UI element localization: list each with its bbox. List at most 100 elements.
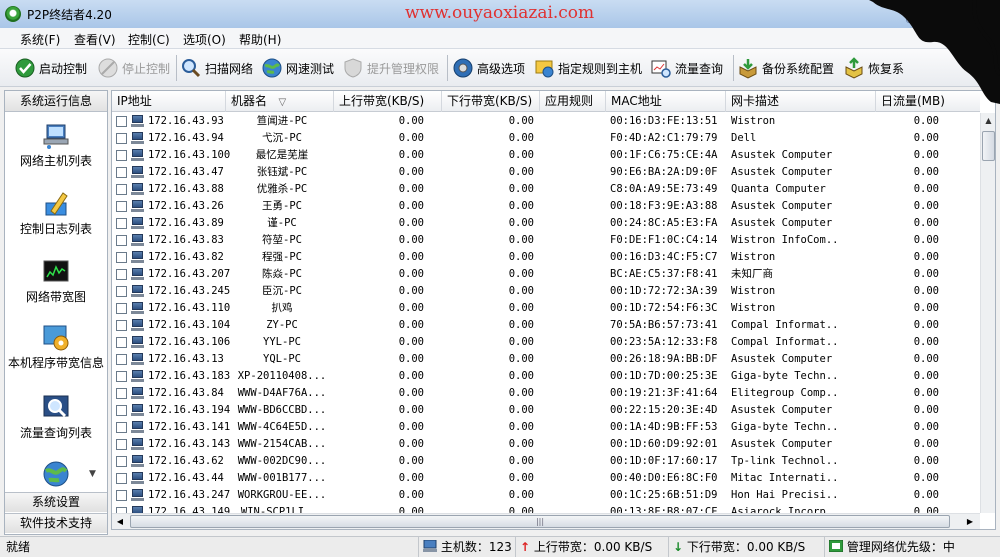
menu-system[interactable]: 系统(F) <box>20 31 60 48</box>
table-row[interactable]: 172.16.43.88 优雅杀-PC 0.00 0.00 C8:0A:A9:5E:73… <box>112 181 980 198</box>
tech-support-tab[interactable]: 软件技术支持 <box>5 513 107 533</box>
scan-network-button[interactable]: 扫描网络 <box>180 53 253 83</box>
table-row[interactable]: 172.16.43.44 WWW-001B177... 0.00 0.00 00:40:… <box>112 470 980 487</box>
row-checkbox[interactable] <box>116 473 127 484</box>
table-row[interactable]: 172.16.43.207 陈焱-PC 0.00 0.00 BC:AE:C5:37:F8… <box>112 266 980 283</box>
row-checkbox[interactable] <box>116 201 127 212</box>
traffic-query-button[interactable]: 流量查询 <box>650 53 723 83</box>
vertical-scrollbar[interactable]: ▲ <box>980 113 995 513</box>
row-checkbox[interactable] <box>116 490 127 501</box>
restore-config-button[interactable]: 恢复系 <box>843 53 904 83</box>
row-checkbox[interactable] <box>116 184 127 195</box>
row-checkbox[interactable] <box>116 354 127 365</box>
row-checkbox[interactable] <box>116 303 127 314</box>
sidebar-item-bandwidth-chart[interactable]: 网络带宽图 <box>5 257 107 305</box>
table-row[interactable]: 172.16.43.13 YQL-PC 0.00 0.00 00:26:18:9A:BB… <box>112 351 980 368</box>
scroll-right-icon[interactable]: ▶ <box>962 514 978 529</box>
table-row[interactable]: 172.16.43.26 王勇-PC 0.00 0.00 00:18:F3:9E:A3:… <box>112 198 980 215</box>
assign-rule-button[interactable]: 指定规则到主机 <box>533 53 642 83</box>
close-button[interactable]: ✕ <box>960 5 996 23</box>
computer-icon <box>131 387 144 399</box>
table-row[interactable]: 172.16.43.83 符堃-PC 0.00 0.00 F0:DE:F1:0C:C4:… <box>112 232 980 249</box>
cell-ip: 172.16.43.89 <box>148 217 224 229</box>
row-checkbox[interactable] <box>116 286 127 297</box>
sidebar-item-traffic-list[interactable]: 流量查询列表 <box>5 393 107 441</box>
table-row[interactable]: 172.16.43.94 弋沉-PC 0.00 0.00 F0:4D:A2:C1:79:… <box>112 130 980 147</box>
status-download: ↓ 下行带宽：0.00 KB/S <box>668 537 818 557</box>
table-row[interactable]: 172.16.43.89 谨-PC 0.00 0.00 00:24:8C:A5:E3:F… <box>112 215 980 232</box>
row-checkbox[interactable] <box>116 320 127 331</box>
column-header-rule[interactable]: 应用规则 <box>540 91 606 112</box>
column-header-nic[interactable]: 网卡描述 <box>726 91 876 112</box>
row-checkbox[interactable] <box>116 252 127 263</box>
column-header-ip[interactable]: IP地址 <box>112 91 226 112</box>
toolbar: 启动控制 停止控制 扫描网络 网速测试 提升管理权限 高级选项 指定规则到主机 <box>0 49 1000 87</box>
download-arrow-icon: ↓ <box>673 540 684 554</box>
maximize-button[interactable]: ▢ <box>933 5 959 23</box>
table-row[interactable]: 172.16.43.141 WWW-4C64E5D... 0.00 0.00 00:1A… <box>112 419 980 436</box>
row-checkbox[interactable] <box>116 371 127 382</box>
vertical-scroll-thumb[interactable] <box>982 131 995 161</box>
row-checkbox[interactable] <box>116 439 127 450</box>
sidebar-item-control-log[interactable]: 控制日志列表 <box>5 189 107 237</box>
table-row[interactable]: 172.16.43.245 臣沉-PC 0.00 0.00 00:1D:72:72:3A… <box>112 283 980 300</box>
system-settings-tab[interactable]: 系统设置 <box>5 492 107 512</box>
row-checkbox[interactable] <box>116 337 127 348</box>
start-control-button[interactable]: 启动控制 <box>14 53 87 83</box>
elevate-privilege-button[interactable]: 提升管理权限 <box>342 53 439 83</box>
column-header-daily-traffic[interactable]: 日流量(MB) <box>876 91 980 112</box>
table-row[interactable]: 172.16.43.47 张钰斌-PC 0.00 0.00 90:E6:BA:2A:D9… <box>112 164 980 181</box>
column-header-upload[interactable]: 上行带宽(KB/S) <box>334 91 442 112</box>
row-checkbox[interactable] <box>116 388 127 399</box>
row-checkbox[interactable] <box>116 422 127 433</box>
table-row[interactable]: 172.16.43.100 最忆是芜崖 0.00 0.00 00:1F:C6:75:CE… <box>112 147 980 164</box>
row-checkbox[interactable] <box>116 116 127 127</box>
horizontal-scroll-thumb[interactable]: ||| <box>130 515 950 528</box>
column-header-download[interactable]: 下行带宽(KB/S) <box>442 91 540 112</box>
column-header-machine-name[interactable]: 机器名 ▽ <box>226 91 334 112</box>
row-checkbox[interactable] <box>116 133 127 144</box>
speed-test-button[interactable]: 网速测试 <box>261 53 334 83</box>
sidebar-scroll-down-icon[interactable]: ▼ <box>89 469 96 479</box>
row-checkbox[interactable] <box>116 167 127 178</box>
table-row[interactable]: 172.16.43.194 WWW-BD6CCBD... 0.00 0.00 00:22… <box>112 402 980 419</box>
stop-control-button[interactable]: 停止控制 <box>97 53 170 83</box>
minimize-button[interactable]: ─ <box>906 5 932 23</box>
table-row[interactable]: 172.16.43.149 WIN-SCP1LI... 0.00 0.00 00:13:… <box>112 504 980 513</box>
row-checkbox[interactable] <box>116 218 127 229</box>
table-row[interactable]: 172.16.43.84 WWW-D4AF76A... 0.00 0.00 00:19:… <box>112 385 980 402</box>
cell-ip: 172.16.43.194 <box>148 404 231 416</box>
computer-icon <box>131 370 144 382</box>
cell-upload: 0.00 <box>398 336 424 348</box>
menu-control[interactable]: 控制(C) <box>128 31 170 48</box>
table-row[interactable]: 172.16.43.183 XP-20110408... 0.00 0.00 00:1D… <box>112 368 980 385</box>
table-row[interactable]: 172.16.43.110 扒鸡 0.00 0.00 00:1D:72:54:F6:3C… <box>112 300 980 317</box>
sidebar-header[interactable]: 系统运行信息 <box>5 91 107 112</box>
advanced-options-button[interactable]: 高级选项 <box>452 53 525 83</box>
column-header-mac[interactable]: MAC地址 <box>606 91 726 112</box>
table-row[interactable]: 172.16.43.247 WORKGROU-EE... 0.00 0.00 00:1C… <box>112 487 980 504</box>
row-checkbox[interactable] <box>116 456 127 467</box>
row-checkbox[interactable] <box>116 269 127 280</box>
row-checkbox[interactable] <box>116 235 127 246</box>
scroll-left-icon[interactable]: ◀ <box>112 514 128 529</box>
sidebar-item-program-bandwidth[interactable]: 本机程序带宽信息 <box>5 323 107 371</box>
menu-options[interactable]: 选项(O) <box>183 31 226 48</box>
table-row[interactable]: 172.16.43.82 程强-PC 0.00 0.00 00:16:D3:4C:F5:… <box>112 249 980 266</box>
cell-daily-traffic: 0.00 <box>913 302 939 314</box>
horizontal-scrollbar[interactable]: ◀ ||| ▶ <box>112 513 980 529</box>
cell-daily-traffic: 0.00 <box>913 455 939 467</box>
table-row[interactable]: 172.16.43.93 笪闻进-PC 0.00 0.00 00:16:D3:FE:13… <box>112 113 980 130</box>
table-row[interactable]: 172.16.43.106 YYL-PC 0.00 0.00 00:23:5A:12:3… <box>112 334 980 351</box>
sidebar-item-host-list[interactable]: 网络主机列表 <box>5 121 107 169</box>
table-row[interactable]: 172.16.43.104 ZY-PC 0.00 0.00 70:5A:B6:57:73… <box>112 317 980 334</box>
title-bar[interactable]: P2P终结者4.20 www.ouyaoxiazai.com ─ ▢ ✕ <box>0 0 1000 28</box>
table-row[interactable]: 172.16.43.62 WWW-002DC90... 0.00 0.00 00:1D:… <box>112 453 980 470</box>
menu-help[interactable]: 帮助(H) <box>239 31 281 48</box>
scroll-up-icon[interactable]: ▲ <box>981 113 995 129</box>
row-checkbox[interactable] <box>116 405 127 416</box>
row-checkbox[interactable] <box>116 150 127 161</box>
backup-config-button[interactable]: 备份系统配置 <box>737 53 834 83</box>
table-row[interactable]: 172.16.43.143 WWW-2154CAB... 0.00 0.00 00:1D… <box>112 436 980 453</box>
menu-view[interactable]: 查看(V) <box>74 31 116 48</box>
